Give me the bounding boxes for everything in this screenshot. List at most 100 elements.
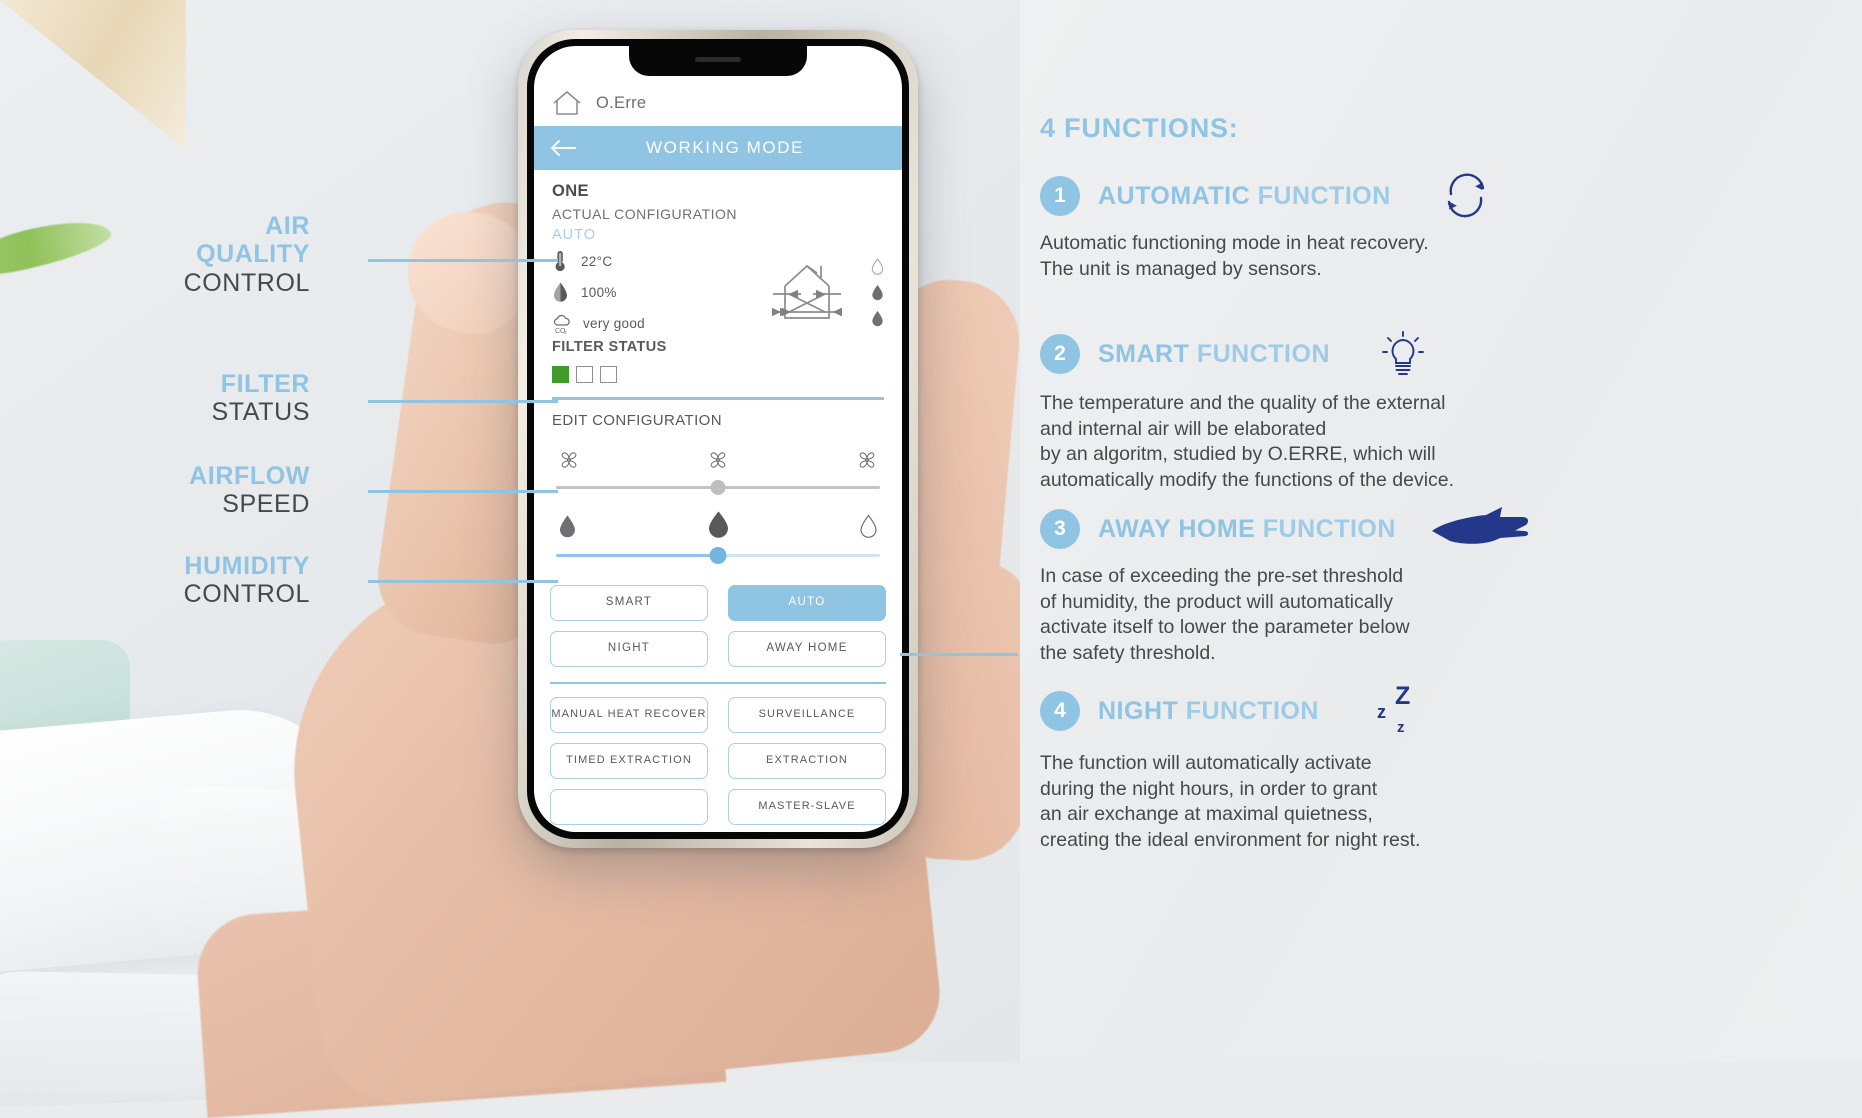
function-title: AWAY HOME FUNCTION: [1098, 515, 1396, 544]
function-number-badge: 4: [1040, 691, 1080, 731]
annotation-line2: STATUS: [211, 398, 310, 427]
function-description: Automatic functioning mode in heat recov…: [1040, 232, 1429, 280]
function-title-bold: SMART: [1098, 339, 1190, 368]
mode-button-surveillance[interactable]: SURVEILLANCE: [728, 697, 886, 733]
drop-filled-icon: [560, 515, 575, 537]
filter-status-indicator: [552, 366, 884, 383]
drop-filled-icon: [872, 284, 883, 300]
function-title-bold: NIGHT: [1098, 696, 1179, 725]
temperature-value: 22°C: [581, 253, 613, 269]
functions-panel-title: 4 FUNCTIONS:: [1040, 113, 1239, 143]
current-mode-value: AUTO: [552, 227, 597, 243]
leader-line-airflow: [368, 490, 558, 493]
function-title-bold: AUTOMATIC: [1098, 181, 1251, 210]
filter-box-1: [552, 366, 569, 383]
function-title: AUTOMATIC FUNCTION: [1098, 182, 1391, 211]
readout-area: 22°C 100% CO 2 very good: [552, 250, 884, 343]
function-header: 1 AUTOMATIC FUNCTION: [1040, 172, 1850, 220]
function-block-smart: 2 SMART FUNCTION The temperature and the…: [1040, 328, 1850, 494]
humidity-slider-track-filled: [556, 553, 718, 557]
mode-button-night[interactable]: NIGHT: [550, 630, 708, 667]
humidity-level-icons: [552, 507, 884, 539]
airplane-icon: [1428, 505, 1532, 553]
annotation-filter-status: FILTER STATUS: [40, 370, 310, 427]
annotation-line1: AIR: [265, 212, 310, 240]
sleep-zzz-icon: Z z z: [1367, 682, 1433, 740]
phone-screen: O.Erre WORKING MODE ONE ACTUAL CONFIGURA…: [534, 46, 902, 832]
function-header: 4 NIGHT FUNCTION Z z z: [1040, 682, 1850, 740]
earpiece-speaker: [695, 57, 741, 62]
function-title-bold: AWAY HOME: [1098, 514, 1256, 543]
annotation-line1b: QUALITY: [196, 240, 310, 269]
heat-recovery-diagram-block: [759, 250, 884, 332]
function-title-light: FUNCTION: [1257, 181, 1391, 210]
phone-bezel: O.Erre WORKING MODE ONE ACTUAL CONFIGURA…: [527, 39, 909, 839]
mode-button-away-home[interactable]: AWAY HOME: [728, 630, 886, 667]
sensor-readouts: 22°C 100% CO 2 very good: [552, 250, 747, 343]
humidity-slider-track-rest: [718, 553, 880, 557]
airflow-slider-knob[interactable]: [710, 479, 726, 495]
readout-temperature: 22°C: [552, 250, 747, 272]
function-title: SMART FUNCTION: [1098, 340, 1330, 369]
extra-mode-button-grid: MANUAL HEAT RECOVER SURVEILLANCE TIMED E…: [534, 684, 902, 825]
mode-button-extraction[interactable]: EXTRACTION: [728, 743, 886, 779]
function-header: 3 AWAY HOME FUNCTION: [1040, 505, 1850, 553]
air-quality-value: very good: [583, 315, 645, 331]
annotation-humidity-control: HUMIDITY CONTROL: [40, 552, 310, 609]
svg-text:2: 2: [564, 330, 567, 334]
drop-outline-icon: [871, 257, 884, 275]
leader-line-auto-button: [900, 653, 1018, 656]
leader-line-humidity: [368, 580, 558, 583]
filter-box-2: [576, 366, 593, 383]
readout-humidity: 100%: [552, 281, 747, 303]
mode-button-timed-extraction[interactable]: TIMED EXTRACTION: [550, 743, 708, 779]
mode-button-smart[interactable]: SMART: [550, 584, 708, 621]
fan-speed-icons: [552, 437, 884, 471]
actual-configuration-label: ACTUAL CONFIGURATION: [552, 206, 738, 222]
mode-button-manual-heat-recover[interactable]: MANUAL HEAT RECOVER: [550, 697, 708, 733]
function-block-night: 4 NIGHT FUNCTION Z z z The function will…: [1040, 682, 1850, 854]
annotation-line1: AIRFLOW: [189, 462, 310, 490]
annotation-line2: SPEED: [222, 490, 310, 519]
function-description: In case of exceeding the pre-set thresho…: [1040, 565, 1410, 665]
svg-text:z: z: [1397, 719, 1405, 736]
function-number-badge: 1: [1040, 176, 1080, 216]
section-divider: [552, 397, 884, 400]
phone-notch: [629, 46, 807, 76]
actual-configuration-section: ONE ACTUAL CONFIGURATION AUTO 22°C 100% …: [534, 170, 902, 567]
home-icon[interactable]: [552, 90, 582, 116]
readout-co2: CO 2 very good: [552, 312, 747, 334]
svg-text:z: z: [1377, 702, 1386, 722]
function-block-away-home: 3 AWAY HOME FUNCTION In case of exceedin…: [1040, 505, 1850, 667]
drop-filled-large-icon: [708, 511, 728, 538]
drop-filled-icon: [872, 310, 883, 326]
working-mode-titlebar: WORKING MODE: [534, 126, 902, 170]
edit-configuration-label: EDIT CONFIGURATION: [552, 411, 722, 429]
device-name: ONE: [552, 182, 589, 200]
mode-button-grid: SMART AUTO NIGHT AWAY HOME: [534, 567, 902, 667]
humidity-control-slider[interactable]: [556, 545, 880, 567]
fan-icon-large: [859, 451, 875, 468]
filter-box-3: [600, 366, 617, 383]
function-header: 2 SMART FUNCTION: [1040, 328, 1850, 380]
diagram-drop-indicators: [871, 257, 884, 327]
function-title-light: FUNCTION: [1262, 514, 1396, 543]
lightbulb-icon: [1376, 328, 1430, 380]
wood-panel-decor: [0, 0, 186, 150]
function-number-badge: 3: [1040, 509, 1080, 549]
mode-button-auto[interactable]: AUTO: [728, 584, 886, 621]
humidity-drop-icon: [554, 282, 567, 302]
function-title-light: FUNCTION: [1185, 696, 1319, 725]
annotation-line2: CONTROL: [183, 580, 310, 609]
app-brand-name: O.Erre: [596, 93, 647, 112]
back-arrow-icon[interactable]: [550, 139, 576, 157]
annotation-line1: HUMIDITY: [184, 552, 310, 580]
smartphone-mockup: O.Erre WORKING MODE ONE ACTUAL CONFIGURA…: [518, 30, 918, 848]
mode-button-blank[interactable]: [550, 789, 708, 825]
leader-line-filter-status: [368, 400, 558, 403]
annotation-air-quality-control: AIR QUALITY CONTROL: [40, 212, 310, 297]
mode-button-master-slave[interactable]: MASTER-SLAVE: [728, 789, 886, 825]
airflow-speed-slider[interactable]: [556, 477, 880, 499]
humidity-slider-knob[interactable]: [709, 546, 727, 564]
function-block-automatic: 1 AUTOMATIC FUNCTION Automatic functioni…: [1040, 172, 1850, 282]
